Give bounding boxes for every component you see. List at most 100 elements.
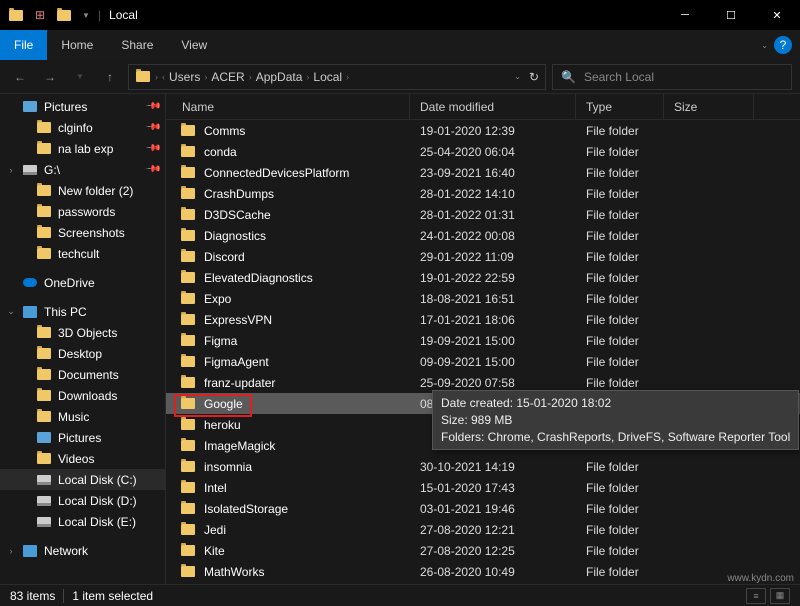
sidebar-item-downloads[interactable]: Downloads <box>0 385 165 406</box>
crumb-acer[interactable]: ACER <box>211 70 244 84</box>
file-row[interactable]: insomnia30-10-2021 14:19File folder <box>166 456 800 477</box>
tooltip-folders: Folders: Chrome, CrashReports, DriveFS, … <box>441 429 790 446</box>
disk-icon <box>36 514 52 530</box>
menu-share[interactable]: Share <box>107 30 167 60</box>
column-type[interactable]: Type <box>576 94 664 119</box>
column-date[interactable]: Date modified <box>410 94 576 119</box>
file-row[interactable]: Microsoft18-01-2022 11:53File folder <box>166 582 800 584</box>
folder-icon <box>180 480 196 496</box>
file-date: 19-09-2021 15:00 <box>410 334 576 348</box>
sidebar-item-passwords[interactable]: passwords <box>0 201 165 222</box>
chevron-left-icon[interactable]: ‹ <box>162 72 165 82</box>
details-view-icon[interactable]: ≡ <box>746 588 766 604</box>
file-row[interactable]: CrashDumps28-01-2022 14:10File folder <box>166 183 800 204</box>
expand-icon[interactable]: ⌄ <box>6 306 16 317</box>
sidebar-item-techcult[interactable]: techcult <box>0 243 165 264</box>
file-row[interactable]: Kite27-08-2020 12:25File folder <box>166 540 800 561</box>
file-name: FigmaAgent <box>204 355 269 369</box>
file-date: 23-09-2021 16:40 <box>410 166 576 180</box>
tooltip-date: Date created: 15-01-2020 18:02 <box>441 395 790 412</box>
file-row[interactable]: ExpressVPN17-01-2021 18:06File folder <box>166 309 800 330</box>
crumb-appdata[interactable]: AppData <box>256 70 303 84</box>
sidebar-item-pictures[interactable]: Pictures📌 <box>0 96 165 117</box>
back-button[interactable]: ← <box>8 65 32 89</box>
column-name[interactable]: Name <box>166 94 410 119</box>
file-row[interactable]: IsolatedStorage03-01-2021 19:46File fold… <box>166 498 800 519</box>
file-type: File folder <box>576 334 664 348</box>
sidebar-item-onedrive[interactable]: OneDrive <box>0 272 165 293</box>
refresh-icon[interactable]: ↻ <box>529 70 539 84</box>
search-input[interactable]: 🔍 Search Local <box>552 64 792 90</box>
chevron-down-icon[interactable]: ▼ <box>82 11 90 20</box>
file-date: 28-01-2022 14:10 <box>410 187 576 201</box>
sidebar-item-documents[interactable]: Documents <box>0 364 165 385</box>
sidebar-item-videos[interactable]: Videos <box>0 448 165 469</box>
chevron-right-icon[interactable]: › <box>155 72 158 82</box>
sidebar-item-local-disk-c-[interactable]: Local Disk (C:) <box>0 469 165 490</box>
sidebar-item-na-lab-exp[interactable]: na lab exp📌 <box>0 138 165 159</box>
maximize-button[interactable]: ☐ <box>708 0 754 30</box>
expand-icon[interactable]: › <box>6 165 16 175</box>
file-name: ConnectedDevicesPlatform <box>204 166 349 180</box>
sidebar-item-network[interactable]: ›Network <box>0 540 165 561</box>
sidebar-item-pictures[interactable]: Pictures <box>0 427 165 448</box>
large-icons-view-icon[interactable]: ▦ <box>770 588 790 604</box>
file-row[interactable]: ElevatedDiagnostics19-01-2022 22:59File … <box>166 267 800 288</box>
file-row[interactable]: FigmaAgent 09-09-2021 15:00File folder <box>166 351 800 372</box>
file-row[interactable]: Figma19-09-2021 15:00File folder <box>166 330 800 351</box>
menu-view[interactable]: View <box>167 30 221 60</box>
file-name: franz-updater <box>204 376 275 390</box>
pin-icon[interactable]: ⊞ <box>32 7 48 23</box>
file-date: 25-04-2020 06:04 <box>410 145 576 159</box>
sidebar-item-local-disk-e-[interactable]: Local Disk (E:) <box>0 511 165 532</box>
file-row[interactable]: Expo18-08-2021 16:51File folder <box>166 288 800 309</box>
sidebar-item-g-[interactable]: ›G:\📌 <box>0 159 165 180</box>
crumb-local[interactable]: Local <box>313 70 342 84</box>
file-row[interactable]: Discord29-01-2022 11:09File folder <box>166 246 800 267</box>
pin-icon: 📌 <box>144 140 161 157</box>
file-row[interactable]: Diagnostics24-01-2022 00:08File folder <box>166 225 800 246</box>
file-date: 17-01-2021 18:06 <box>410 313 576 327</box>
chevron-right-icon[interactable]: › <box>204 72 207 82</box>
crumb-users[interactable]: Users <box>169 70 200 84</box>
file-row[interactable]: Comms19-01-2020 12:39File folder <box>166 120 800 141</box>
file-date: 09-09-2021 15:00 <box>410 355 576 369</box>
forward-button[interactable]: → <box>38 65 62 89</box>
file-name: ImageMagick <box>204 439 275 453</box>
sidebar-item-this-pc[interactable]: ⌄This PC <box>0 301 165 322</box>
file-type: File folder <box>576 292 664 306</box>
sidebar-item-new-folder-2-[interactable]: New folder (2) <box>0 180 165 201</box>
file-row[interactable]: Intel15-01-2020 17:43File folder <box>166 477 800 498</box>
minimize-button[interactable]: ─ <box>662 0 708 30</box>
chevron-right-icon[interactable]: › <box>306 72 309 82</box>
sidebar-label: Local Disk (C:) <box>58 473 159 487</box>
sidebar-label: Downloads <box>58 389 159 403</box>
recent-dropdown[interactable]: ▼ <box>68 65 92 89</box>
sidebar-item-local-disk-d-[interactable]: Local Disk (D:) <box>0 490 165 511</box>
sidebar-item-3d-objects[interactable]: 3D Objects <box>0 322 165 343</box>
up-button[interactable]: ↑ <box>98 65 122 89</box>
chevron-down-icon[interactable]: ⌄ <box>514 72 521 81</box>
file-type: File folder <box>576 166 664 180</box>
file-row[interactable]: D3DSCache28-01-2022 01:31File folder <box>166 204 800 225</box>
chevron-right-icon[interactable]: › <box>346 72 349 82</box>
help-icon[interactable]: ? <box>774 36 792 54</box>
file-row[interactable]: Jedi27-08-2020 12:21File folder <box>166 519 800 540</box>
sidebar-item-music[interactable]: Music <box>0 406 165 427</box>
file-row[interactable]: ConnectedDevicesPlatform 23-09-2021 16:40… <box>166 162 800 183</box>
file-row[interactable]: conda25-04-2020 06:04File folder <box>166 141 800 162</box>
chevron-right-icon[interactable]: › <box>249 72 252 82</box>
breadcrumb[interactable]: › ‹ Users › ACER › AppData › Local › ⌄ ↻ <box>128 64 546 90</box>
menu-file[interactable]: File <box>0 30 47 60</box>
file-type: File folder <box>576 355 664 369</box>
sidebar-item-clginfo[interactable]: clginfo📌 <box>0 117 165 138</box>
menu-home[interactable]: Home <box>47 30 107 60</box>
sidebar-item-desktop[interactable]: Desktop <box>0 343 165 364</box>
folder-icon <box>180 501 196 517</box>
column-size[interactable]: Size <box>664 94 754 119</box>
sidebar-item-screenshots[interactable]: Screenshots <box>0 222 165 243</box>
expand-ribbon-icon[interactable]: ⌄ <box>761 41 768 50</box>
expand-icon[interactable]: › <box>6 546 16 556</box>
close-button[interactable]: ✕ <box>754 0 800 30</box>
file-row[interactable]: MathWorks26-08-2020 10:49File folder <box>166 561 800 582</box>
